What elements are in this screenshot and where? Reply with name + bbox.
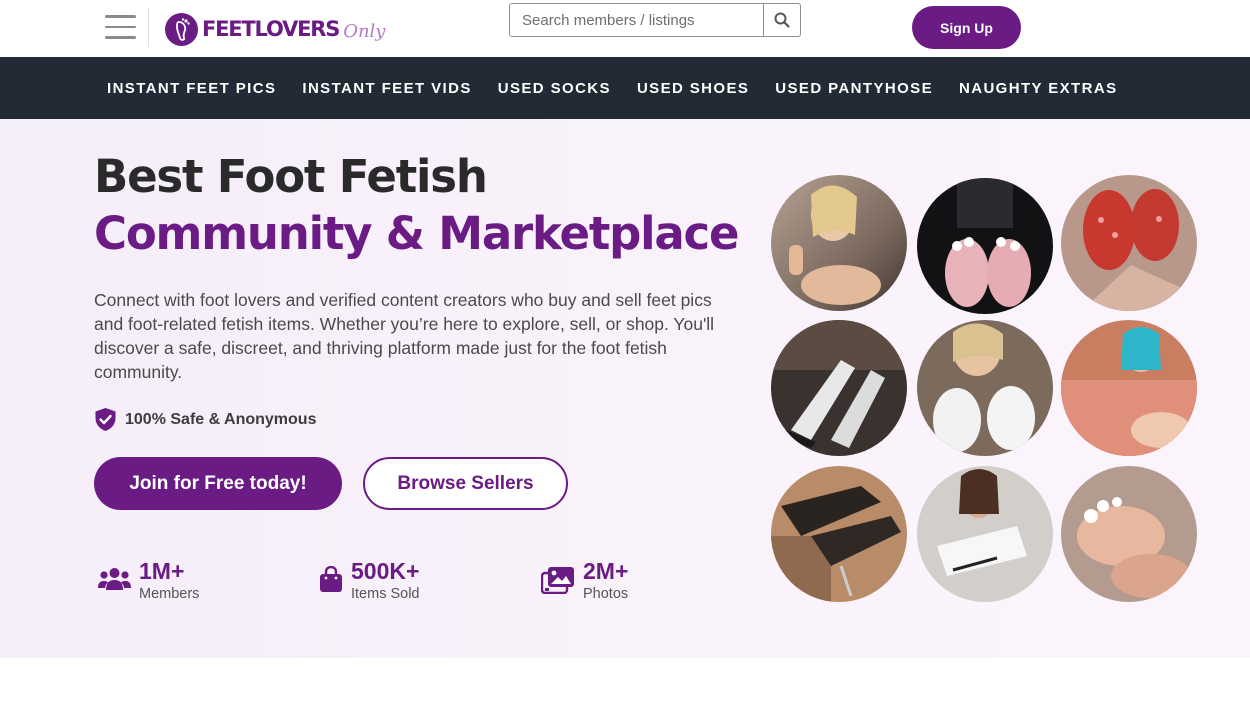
category-nav: INSTANT FEET PICS INSTANT FEET VIDS USED… — [0, 57, 1250, 119]
stat-value: 500K+ — [351, 558, 420, 584]
seller-photo-9[interactable] — [1061, 466, 1197, 602]
seller-photo-7[interactable] — [771, 466, 907, 602]
stat-label: Photos — [583, 586, 629, 602]
shield-check-icon — [95, 408, 116, 431]
stat-value: 2M+ — [583, 558, 629, 584]
search-input[interactable] — [510, 4, 763, 36]
hero-description: Connect with foot lovers and verified co… — [94, 290, 715, 382]
hero-title-line1: Best Foot Fetish — [94, 150, 488, 203]
stat-items-sold: 500K+ Items Sold — [319, 558, 420, 604]
header-divider — [148, 8, 149, 47]
seller-photo-5[interactable] — [917, 320, 1053, 456]
stat-members: 1M+ Members — [98, 558, 199, 604]
stat-label: Items Sold — [351, 586, 420, 602]
safe-badge: 100% Safe & Anonymous — [94, 407, 316, 432]
shopping-bag-icon — [320, 566, 342, 592]
nav-item-naughty-extras[interactable]: NAUGHTY EXTRAS — [959, 80, 1118, 97]
photos-icon — [541, 567, 574, 594]
logo-script: Only — [343, 20, 386, 42]
seller-photo-3[interactable] — [1061, 175, 1197, 311]
top-header: FEETLOVERS Only Sign Up — [0, 0, 1250, 57]
join-free-button[interactable]: Join for Free today! — [94, 457, 342, 510]
foot-logo-icon — [165, 12, 198, 46]
seller-photo-6[interactable] — [1061, 320, 1197, 456]
stat-label: Members — [139, 586, 200, 602]
search-button[interactable] — [763, 4, 800, 36]
nav-item-used-socks[interactable]: USED SOCKS — [498, 80, 611, 97]
nav-item-instant-feet-pics[interactable]: INSTANT FEET PICS — [107, 80, 276, 97]
nav-item-used-shoes[interactable]: USED SHOES — [637, 80, 749, 97]
sign-up-button[interactable]: Sign Up — [912, 6, 1021, 49]
hamburger-menu-icon[interactable] — [105, 15, 136, 41]
users-icon — [98, 568, 131, 590]
search-icon — [774, 12, 790, 28]
search-bar — [509, 3, 801, 37]
nav-item-used-pantyhose[interactable]: USED PANTYHOSE — [775, 80, 933, 97]
nav-item-instant-feet-vids[interactable]: INSTANT FEET VIDS — [302, 80, 471, 97]
site-logo[interactable]: FEETLOVERS Only — [165, 11, 385, 47]
browse-sellers-button[interactable]: Browse Sellers — [363, 457, 568, 510]
hero-title-line2: Community & Marketplace — [94, 207, 740, 260]
stat-value: 1M+ — [139, 558, 185, 584]
safe-text: 100% Safe & Anonymous — [125, 410, 317, 428]
seller-photo-1[interactable] — [771, 175, 907, 311]
logo-wordmark: FEETLOVERS — [202, 17, 340, 41]
stat-photos: 2M+ Photos — [541, 558, 628, 604]
seller-photo-2[interactable] — [917, 178, 1053, 314]
seller-photo-4[interactable] — [771, 320, 907, 456]
seller-photo-8[interactable] — [917, 466, 1053, 602]
